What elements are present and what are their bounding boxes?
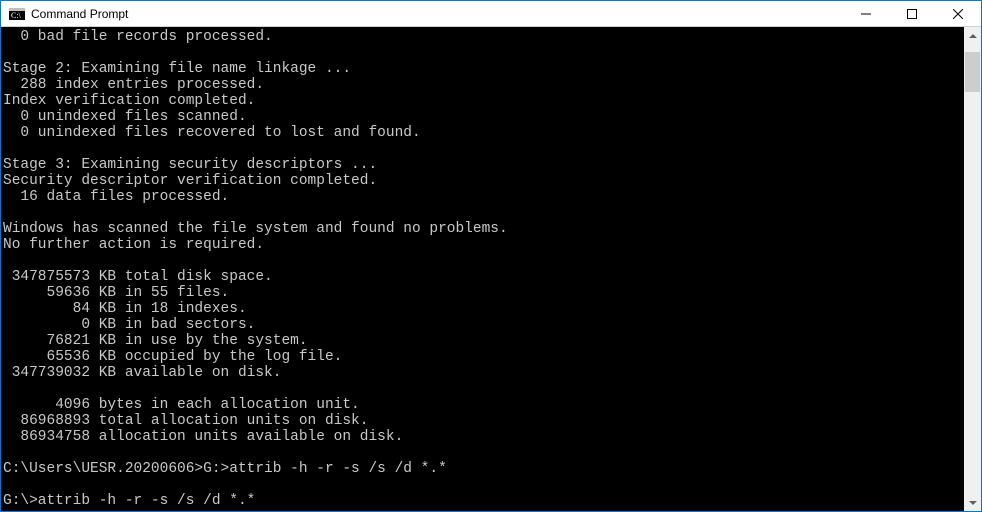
scroll-track[interactable] xyxy=(964,44,981,494)
scroll-down-button[interactable] xyxy=(964,494,981,511)
window-title: Command Prompt xyxy=(31,7,843,21)
window-controls xyxy=(843,1,981,26)
title-bar[interactable]: C:\ Command Prompt xyxy=(1,1,981,27)
scroll-thumb[interactable] xyxy=(965,52,980,92)
close-button[interactable] xyxy=(935,1,981,26)
vertical-scrollbar[interactable] xyxy=(964,27,981,511)
maximize-button[interactable] xyxy=(889,1,935,26)
command-prompt-window: C:\ Command Prompt 0 bad file records pr… xyxy=(0,0,982,512)
minimize-button[interactable] xyxy=(843,1,889,26)
terminal-output[interactable]: 0 bad file records processed. Stage 2: E… xyxy=(1,27,964,511)
client-area: 0 bad file records processed. Stage 2: E… xyxy=(1,27,981,511)
app-icon: C:\ xyxy=(9,6,25,22)
scroll-up-button[interactable] xyxy=(964,27,981,44)
svg-text:C:\: C:\ xyxy=(11,11,22,20)
